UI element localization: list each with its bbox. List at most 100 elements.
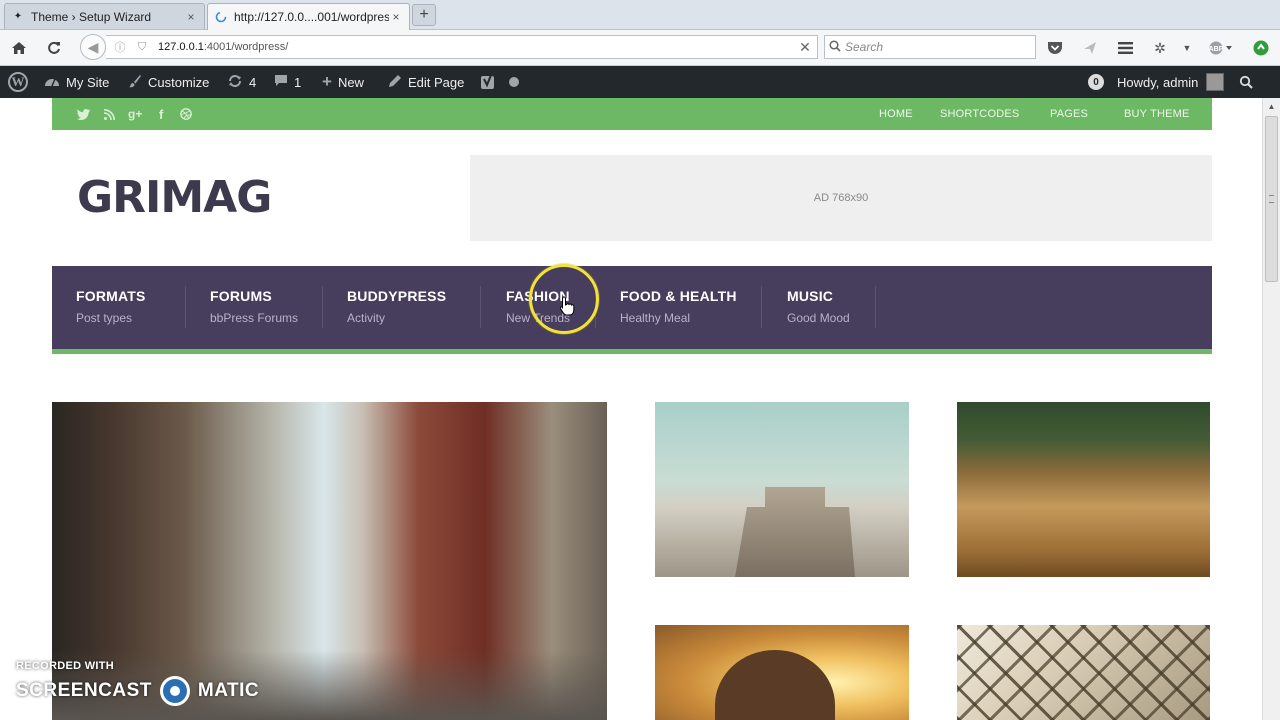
watermark-line1: RECORDED WITH: [16, 660, 115, 672]
screencast-logo-icon: [159, 676, 190, 706]
shield-icon[interactable]: ⛉: [134, 41, 150, 54]
topnav-buy-theme[interactable]: BUY THEME: [1124, 98, 1190, 130]
wordpress-logo-icon[interactable]: W: [8, 66, 28, 98]
search-icon[interactable]: [1239, 66, 1253, 98]
menu-subtitle: bbPress Forums: [210, 311, 299, 325]
updates-icon: [227, 74, 243, 91]
hand-cursor-icon: [559, 296, 575, 316]
site-logo[interactable]: GRIMAG: [77, 172, 272, 223]
wizard-favicon-icon: ✦: [13, 11, 23, 22]
menu-subtitle: Activity: [347, 311, 386, 325]
menu-title: FORUMS: [210, 288, 272, 304]
ad-banner[interactable]: AD 768x90: [470, 155, 1212, 241]
updates-link[interactable]: 4: [227, 66, 256, 98]
topnav-pages[interactable]: PAGES: [1050, 98, 1088, 130]
notification-badge: 0: [1088, 74, 1104, 90]
svg-text:ABP: ABP: [1209, 46, 1224, 53]
yoast-icon[interactable]: [480, 66, 496, 98]
my-site-label: My Site: [66, 74, 110, 90]
menu-divider: [480, 286, 481, 328]
notifications-link[interactable]: 0: [1088, 66, 1112, 98]
new-label: New: [337, 74, 364, 90]
post-image[interactable]: [957, 402, 1210, 577]
menu-item-buddypress[interactable]: BUDDYPRESS Activity: [347, 266, 446, 349]
customize-label: Customize: [148, 74, 210, 90]
menu-divider: [322, 286, 323, 328]
menu-icon[interactable]: [1115, 39, 1135, 57]
tab-title: Theme › Setup Wizard: [31, 9, 152, 24]
cast-icon[interactable]: [1251, 39, 1271, 57]
status-dot-icon[interactable]: [509, 66, 519, 98]
adblock-icon[interactable]: ABP: [1206, 39, 1236, 57]
loading-spinner-icon: [214, 10, 228, 24]
close-tab-icon[interactable]: ×: [389, 10, 403, 24]
twitter-icon[interactable]: [77, 98, 90, 130]
rss-icon[interactable]: [104, 98, 115, 130]
screencast-watermark: RECORDED WITH SCREENCAST MATIC: [16, 660, 259, 706]
menu-title: FOOD & HEALTH: [620, 288, 737, 304]
updates-count: 4: [249, 74, 257, 90]
my-site-link[interactable]: My Site: [44, 66, 109, 98]
google-plus-icon[interactable]: g+: [128, 98, 142, 130]
extension-icon[interactable]: ✲: [1150, 39, 1170, 57]
post-image[interactable]: [655, 402, 909, 577]
search-placeholder: Search: [845, 40, 884, 54]
dribbble-icon[interactable]: [180, 98, 192, 130]
wp-admin-bar: W My Site Customize 4 1 + New Edit Page: [0, 66, 1280, 98]
back-arrow-icon[interactable]: ◀: [80, 34, 106, 60]
comments-count: 1: [294, 74, 302, 90]
menu-item-forums[interactable]: FORUMS bbPress Forums: [210, 266, 298, 349]
clear-url-icon[interactable]: ✕: [793, 39, 817, 56]
menu-subtitle: Post types: [76, 311, 133, 325]
chevron-down-icon[interactable]: ▼: [1177, 39, 1197, 57]
search-input[interactable]: Search: [824, 35, 1036, 59]
pencil-icon: [388, 74, 402, 91]
menu-title: MUSIC: [787, 288, 834, 304]
plus-icon: +: [322, 72, 332, 91]
ad-label: AD 768x90: [813, 192, 869, 204]
info-icon[interactable]: ⓘ: [112, 39, 128, 55]
watermark-text-right: MATIC: [197, 680, 260, 701]
menu-item-food-health[interactable]: FOOD & HEALTH Healthy Meal: [620, 266, 737, 349]
comments-link[interactable]: 1: [274, 66, 301, 98]
close-tab-icon[interactable]: ×: [184, 10, 198, 24]
edit-page-link[interactable]: Edit Page: [388, 66, 464, 98]
topnav-home[interactable]: HOME: [879, 98, 913, 130]
main-navigation: FORMATS Post types FORUMS bbPress Forums…: [52, 266, 1212, 354]
post-image[interactable]: [655, 625, 909, 720]
url-text: 127.0.0.1:4001/wordpress/: [158, 41, 289, 53]
tab-wordpress[interactable]: http://127.0.0....001/wordpress/ ×: [207, 3, 410, 30]
send-icon[interactable]: [1080, 39, 1100, 57]
account-menu[interactable]: Howdy, admin: [1117, 66, 1225, 98]
browser-nav-bar: ◀ ⓘ ⛉ 127.0.0.1:4001/wordpress/ ✕ Search…: [0, 30, 1280, 66]
howdy-label: Howdy, admin: [1117, 74, 1199, 90]
search-icon: [825, 39, 845, 55]
site-top-bar: g+ f HOME SHORTCODES PAGES BUY THEME: [52, 98, 1212, 130]
menu-item-music[interactable]: MUSIC Good Mood: [787, 266, 850, 349]
customize-link[interactable]: Customize: [128, 66, 209, 98]
dashboard-icon: [44, 74, 60, 91]
topnav-shortcodes[interactable]: SHORTCODES: [940, 98, 1019, 130]
menu-item-formats[interactable]: FORMATS Post types: [76, 266, 146, 349]
pocket-icon[interactable]: [1045, 39, 1065, 57]
new-content-link[interactable]: + New: [322, 66, 364, 98]
new-tab-button[interactable]: +: [412, 4, 436, 26]
browser-tab-bar: ✦ Theme › Setup Wizard × http://127.0.0.…: [0, 0, 1280, 30]
post-image[interactable]: [957, 625, 1210, 720]
address-bar[interactable]: ⓘ ⛉ 127.0.0.1:4001/wordpress/ ✕: [106, 35, 818, 59]
home-icon[interactable]: [7, 36, 31, 60]
menu-subtitle: Good Mood: [787, 311, 850, 325]
menu-divider: [875, 286, 876, 328]
tab-setup-wizard[interactable]: ✦ Theme › Setup Wizard ×: [4, 3, 205, 29]
scroll-up-arrow-icon[interactable]: ▲: [1263, 98, 1280, 115]
reload-icon[interactable]: [42, 36, 66, 60]
watermark-text-left: SCREENCAST: [16, 680, 152, 701]
facebook-icon[interactable]: f: [159, 98, 163, 130]
scroll-thumb[interactable]: [1265, 116, 1278, 282]
paintbrush-icon: [128, 74, 142, 91]
menu-subtitle: Healthy Meal: [620, 311, 691, 325]
page-scrollbar[interactable]: ▲: [1262, 98, 1280, 720]
edit-page-label: Edit Page: [408, 74, 465, 90]
menu-title: FORMATS: [76, 288, 146, 304]
tab-title: http://127.0.0....001/wordpress/: [234, 10, 389, 24]
